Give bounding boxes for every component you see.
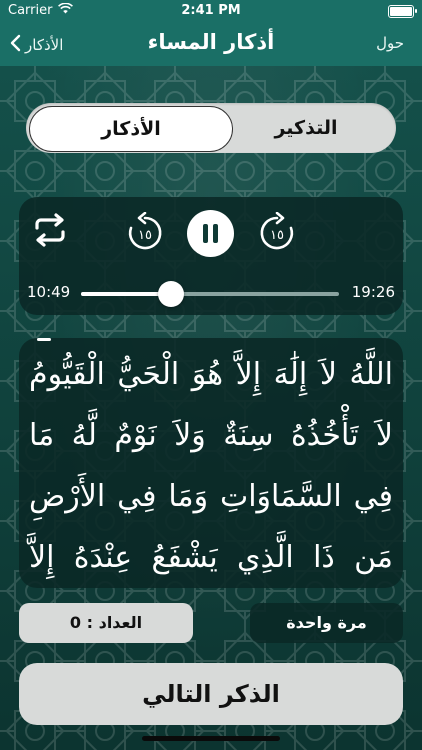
page-title: أذكار المساء <box>147 30 275 54</box>
audio-player: ١٥ ١٥ 10:49 19:26 <box>19 197 403 315</box>
segment-reminder[interactable]: التذكير <box>216 103 396 153</box>
remaining-time: 19:26 <box>351 283 395 301</box>
pause-icon <box>202 224 219 247</box>
segmented-control: الأذكار التذكير <box>26 103 396 153</box>
battery-icon <box>388 5 417 18</box>
home-indicator <box>142 736 280 741</box>
dhikr-text: اللَّهُ لاَ إِلَٰهَ إِلاَّ هُوَ الْحَيُّ… <box>29 357 393 575</box>
forward-label: ١٥ <box>270 228 284 243</box>
about-button[interactable]: حول <box>376 34 404 52</box>
scroll-indicator <box>37 338 51 341</box>
pause-button[interactable] <box>187 210 234 257</box>
progress-slider[interactable] <box>81 281 339 307</box>
elapsed-time: 10:49 <box>27 283 71 301</box>
dhikr-card[interactable]: اللَّهُ لاَ إِلَٰهَ إِلاَّ هُوَ الْحَيُّ… <box>19 338 403 588</box>
forward-15-button[interactable]: ١٥ <box>256 211 298 258</box>
segment-adhkar[interactable]: الأذكار <box>29 106 233 152</box>
status-bar: Carrier 2:41 PM <box>0 0 422 22</box>
rewind-label: ١٥ <box>138 228 152 243</box>
status-time: 2:41 PM <box>181 3 241 18</box>
counter-button[interactable]: العداد : 0 <box>19 603 193 643</box>
repeat-count-badge: مرة واحدة <box>250 603 403 643</box>
rewind-15-button[interactable]: ١٥ <box>124 211 166 258</box>
repeat-icon[interactable] <box>31 213 69 251</box>
next-dhikr-button[interactable]: الذكر التالي <box>19 663 403 725</box>
nav-bar: الأذكار أذكار المساء حول <box>0 22 422 66</box>
slider-thumb[interactable] <box>158 281 185 307</box>
